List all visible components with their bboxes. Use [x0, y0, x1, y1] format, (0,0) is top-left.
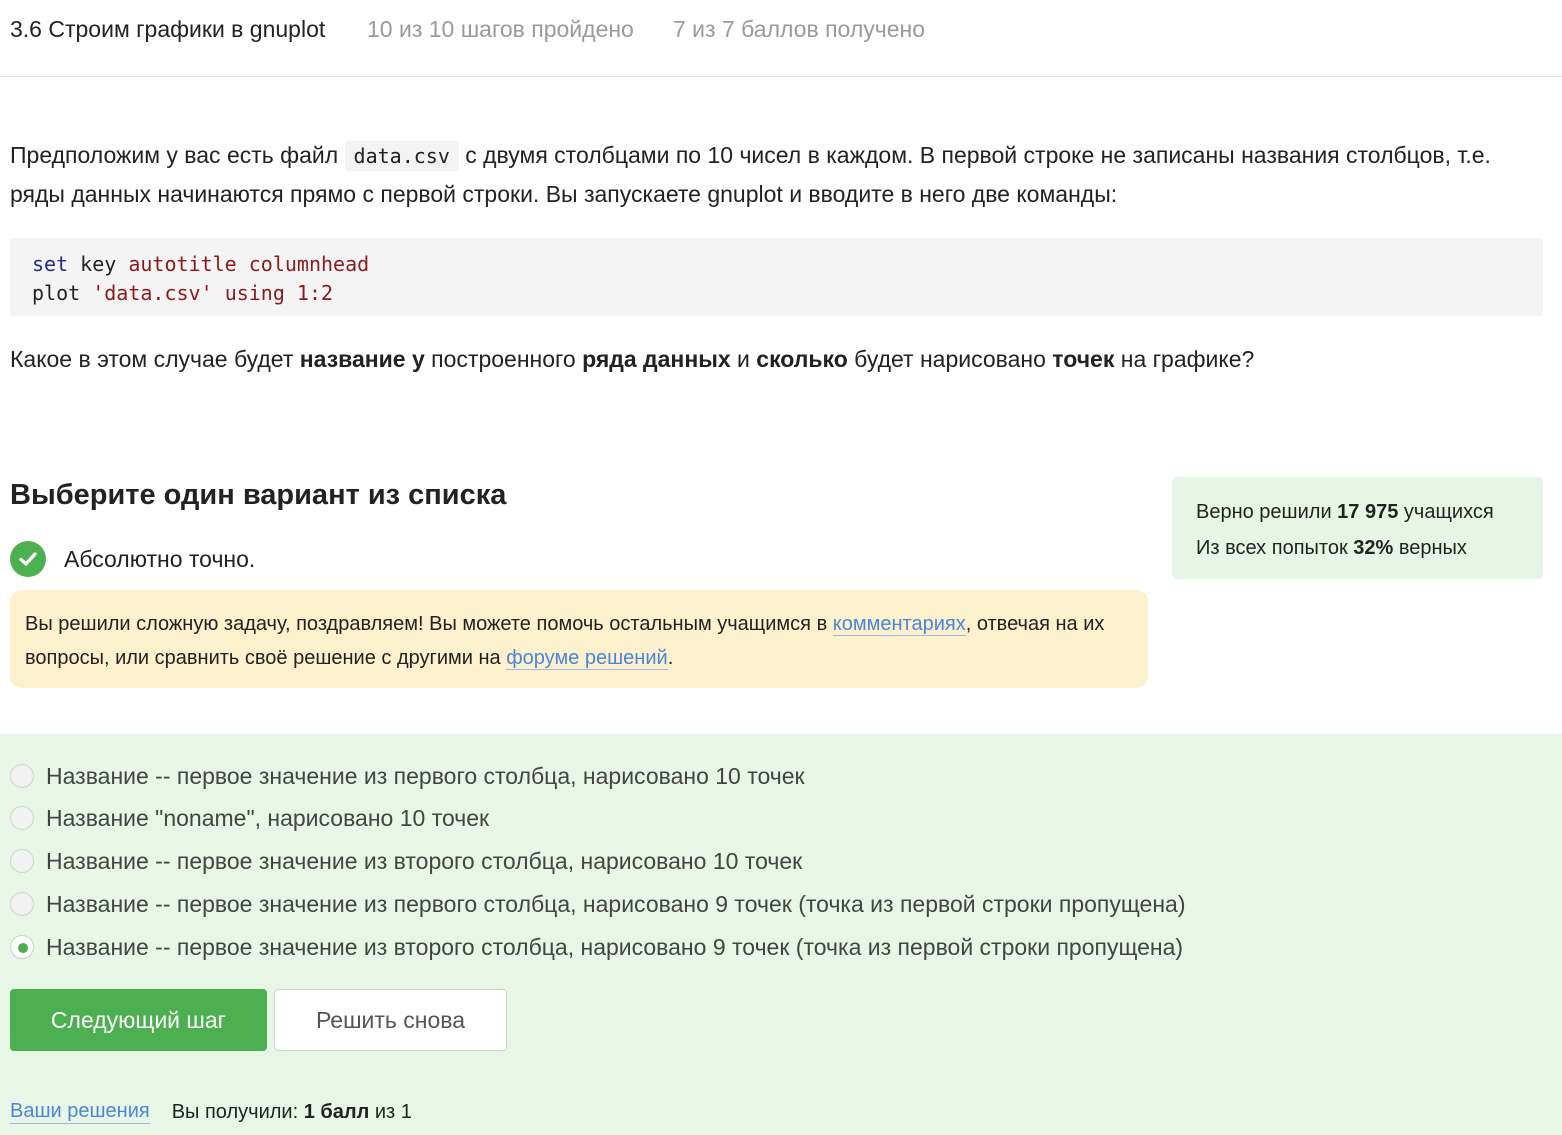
steps-progress: 10 из 10 шагов пройдено	[367, 16, 634, 42]
attempts-percent: 32%	[1353, 537, 1394, 559]
feedback-box: Вы решили сложную задачу, поздравляем! В…	[10, 590, 1148, 688]
ask-text: и	[730, 346, 757, 372]
stat-label: Верно решили	[1196, 501, 1338, 523]
radio-button-checked[interactable]	[10, 935, 34, 959]
solutions-forum-link[interactable]: форуме решений	[506, 647, 668, 670]
choice-title: Выберите один вариант из списка	[10, 479, 507, 511]
answer-option[interactable]: Название -- первое значение из первого с…	[10, 889, 1186, 919]
score-text: Вы получили: 1 балл из 1	[172, 1101, 412, 1124]
radio-button[interactable]	[10, 892, 34, 916]
code-autotitle: autotitle columnhead	[128, 252, 370, 276]
ask-text: построенного	[424, 346, 583, 372]
solved-count: 17 975	[1337, 501, 1399, 523]
score-suffix: из 1	[369, 1100, 412, 1123]
question-ask: Какое в этом случае будет название у пос…	[10, 340, 1550, 378]
code-block: set key autotitle columnhead plot 'data.…	[10, 238, 1543, 316]
ask-bold: ряда данных	[582, 346, 731, 372]
answer-option-selected[interactable]: Название -- первое значение из второго с…	[10, 932, 1183, 962]
solve-again-button[interactable]: Решить снова	[274, 989, 507, 1051]
check-circle-icon	[10, 541, 46, 577]
answer-option[interactable]: Название -- первое значение из второго с…	[10, 846, 802, 876]
answer-option[interactable]: Название -- первое значение из первого с…	[10, 761, 805, 791]
option-label: Название "noname", нарисовано 10 точек	[46, 804, 490, 831]
footer-row: Ваши решения Вы получили: 1 балл из 1	[10, 1100, 412, 1124]
next-step-button[interactable]: Следующий шаг	[10, 989, 267, 1051]
code-keyword-plot: plot	[32, 281, 81, 305]
option-label: Название -- первое значение из второго с…	[46, 933, 1184, 960]
lesson-title[interactable]: 3.6 Строим графики в gnuplot	[10, 16, 325, 43]
score-label: Вы получили:	[171, 1100, 304, 1123]
code-string-filename: 'data.csv'	[92, 281, 213, 305]
score-value: 1 балл	[303, 1100, 370, 1123]
intro-text-1: Предположим у вас есть файл	[10, 142, 345, 168]
stats-box: Верно решили 17 975 учащихся Из всех поп…	[1172, 477, 1543, 579]
ask-bold: точек	[1052, 346, 1115, 372]
radio-button[interactable]	[10, 764, 34, 788]
ask-text: на графике?	[1114, 346, 1255, 372]
code-identifier-key: key	[80, 252, 117, 276]
comments-link[interactable]: комментариях	[832, 613, 966, 636]
radio-button[interactable]	[10, 849, 34, 873]
ask-bold: название у	[299, 346, 425, 372]
ask-text: Какое в этом случае будет	[10, 346, 300, 372]
attempts-stat: Из всех попыток 32% верных	[1196, 530, 1519, 566]
stat-label: учащихся	[1398, 501, 1494, 523]
points-progress: 7 из 7 баллов получено	[673, 16, 926, 42]
stat-label: верных	[1393, 537, 1467, 559]
answer-area: Название -- первое значение из первого с…	[0, 734, 1562, 1135]
code-using: using 1:2	[224, 281, 334, 305]
ask-bold: сколько	[756, 346, 848, 372]
option-label: Название -- первое значение из первого с…	[46, 762, 805, 789]
answer-option[interactable]: Название "noname", нарисовано 10 точек	[10, 803, 489, 833]
question-intro: Предположим у вас есть файл data.csv с д…	[10, 136, 1550, 213]
radio-button[interactable]	[10, 806, 34, 830]
feedback-text: Вы решили сложную задачу, поздравляем! В…	[25, 613, 833, 635]
feedback-text: .	[667, 647, 674, 669]
result-status: Абсолютно точно.	[10, 541, 255, 577]
option-label: Название -- первое значение из первого с…	[46, 890, 1186, 917]
solved-stat: Верно решили 17 975 учащихся	[1196, 494, 1519, 530]
stat-label: Из всех попыток	[1196, 537, 1354, 559]
lesson-header: 3.6 Строим графики в gnuplot 10 из 10 ша…	[0, 0, 1562, 77]
filename-code: data.csv	[344, 141, 459, 171]
result-text: Абсолютно точно.	[64, 545, 256, 572]
option-label: Название -- первое значение из второго с…	[46, 847, 803, 874]
ask-text: будет нарисовано	[847, 346, 1053, 372]
your-solutions-link[interactable]: Ваши решения	[10, 1100, 150, 1124]
code-keyword-set: set	[32, 252, 69, 276]
